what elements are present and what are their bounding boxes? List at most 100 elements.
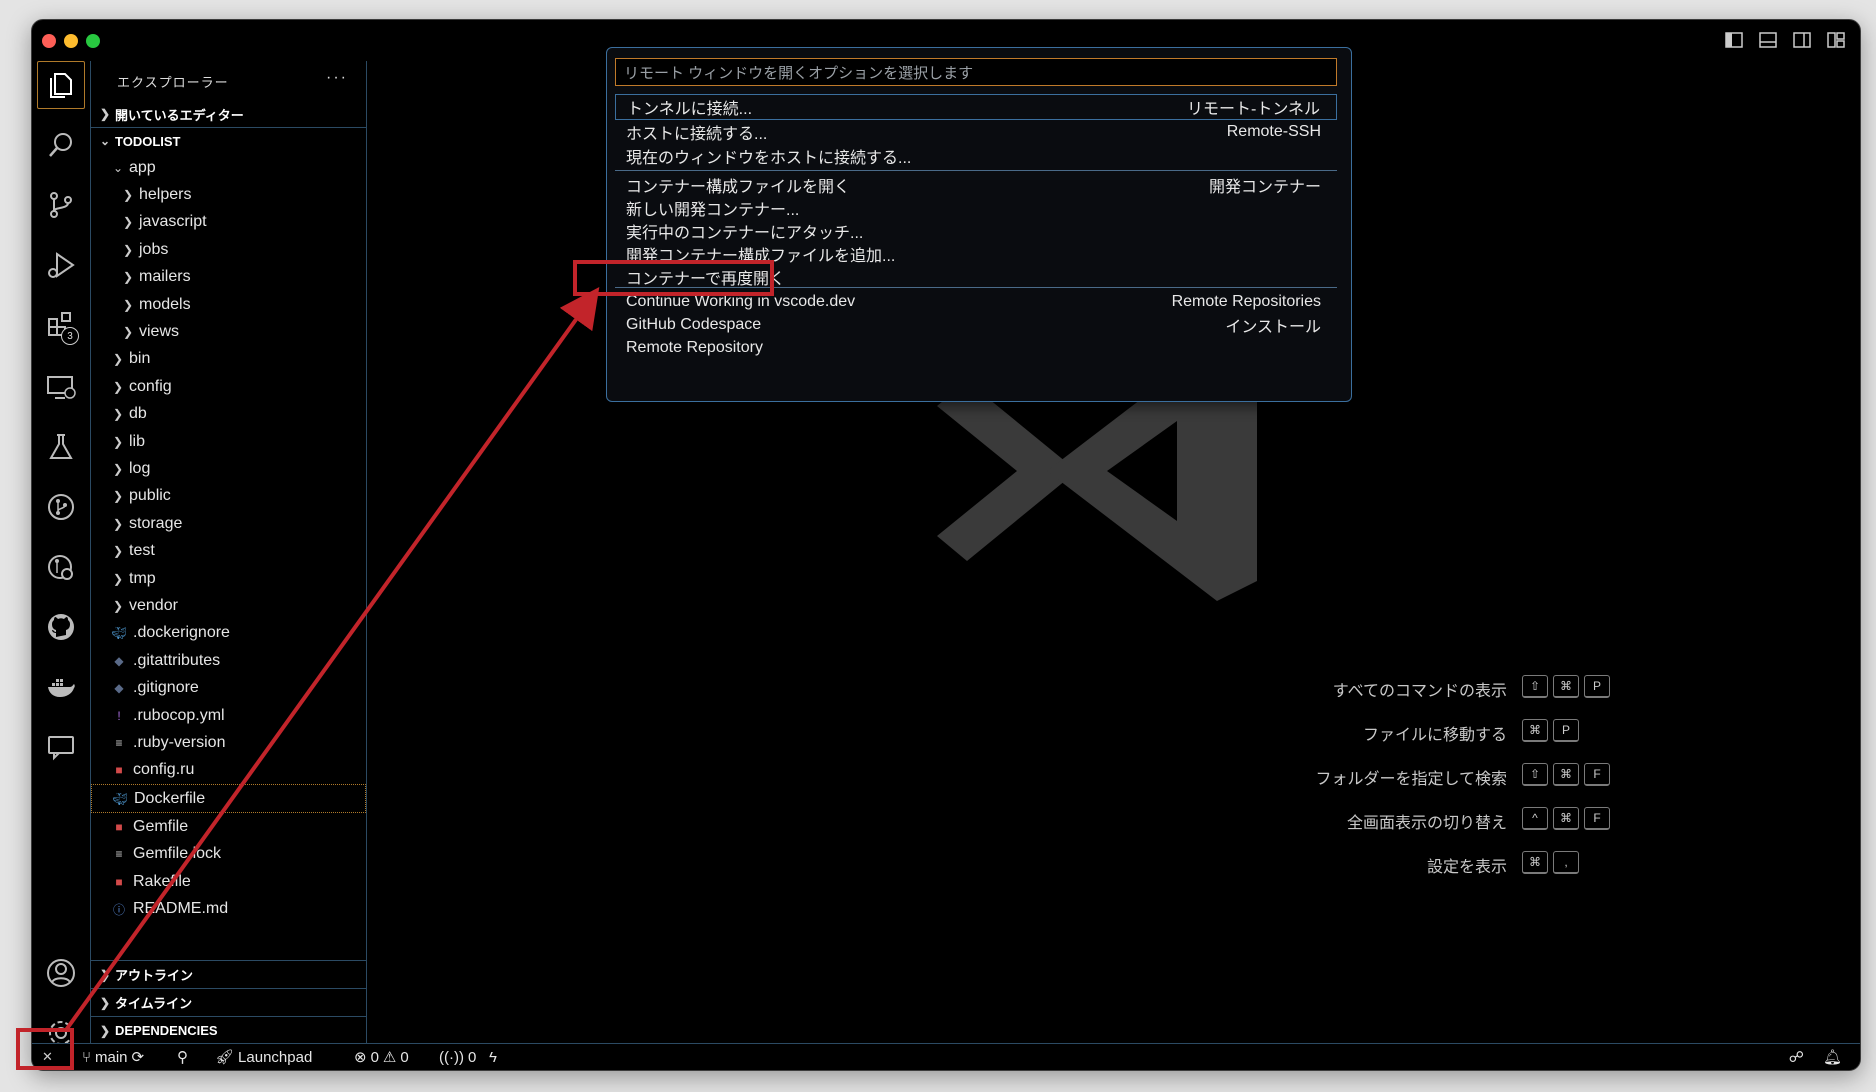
tree-item[interactable]: 🐳︎ Dockerfile — [91, 783, 366, 814]
tree-item-label: jobs — [139, 240, 169, 258]
toggle-panel-icon[interactable] — [1758, 30, 1778, 50]
tree-item[interactable]: ⌄ app — [91, 154, 366, 181]
shortcut-row: すべてのコマンドの表示 ⇧ ⌘ P — [367, 673, 1610, 717]
tree-item-label: public — [129, 487, 171, 505]
error-icon: ⊗ — [354, 1049, 367, 1066]
project-section[interactable]: ⌄ TODOLIST — [91, 128, 366, 154]
tree-item[interactable]: ❯ javascript — [91, 209, 366, 236]
live-share-icon[interactable] — [41, 727, 81, 767]
status-bar: ✕ ⑂ main ⟳ ⚲ 🚀︎ Launchpad ⊗ 0 ⚠ 0 ((·)) … — [32, 1043, 1860, 1070]
minimize-window-button[interactable] — [64, 34, 78, 48]
sync-icon: ⟳ — [131, 1049, 145, 1066]
error-count: 0 — [370, 1048, 379, 1066]
keycap: ⌘ — [1553, 763, 1579, 786]
text-file-icon: ≡ — [115, 847, 123, 862]
quick-pick-input[interactable]: リモート ウィンドウを開くオプションを選択します — [615, 58, 1337, 86]
tree-item[interactable]: ❯ helpers — [91, 181, 366, 208]
tree-item[interactable]: ■ Rakefile — [91, 868, 366, 895]
quick-pick-item[interactable]: ホストに接続する... Remote-SSH — [615, 119, 1337, 145]
tree-item[interactable]: 🐳︎ .dockerignore — [91, 620, 366, 647]
more-actions-icon[interactable]: ··· — [326, 69, 348, 87]
tree-item[interactable]: ≡ .ruby-version — [91, 729, 366, 756]
github-icon[interactable] — [41, 607, 81, 647]
extensions-icon[interactable]: 3 — [41, 305, 81, 345]
toggle-primary-sidebar-icon[interactable] — [1724, 30, 1744, 50]
tree-item[interactable]: ≡ Gemfile.lock — [91, 841, 366, 868]
chevron-right-icon: ❯ — [112, 434, 124, 449]
chevron-right-icon: ❯ — [99, 1023, 111, 1038]
tree-item[interactable]: ❯ mailers — [91, 264, 366, 291]
tree-item-label: Gemfile.lock — [133, 845, 222, 863]
remote-explorer-icon[interactable] — [41, 367, 81, 407]
tree-item[interactable]: ◆ .gitignore — [91, 674, 366, 701]
ports-indicator[interactable]: ((·)) 0 — [439, 1047, 476, 1067]
run-debug-icon[interactable] — [41, 245, 81, 285]
customize-layout-icon[interactable] — [1826, 30, 1846, 50]
shortcut-row: 設定を表示 ⌘, — [367, 849, 1607, 893]
copilot-status[interactable]: ☍ — [1789, 1047, 1804, 1067]
outline-label: アウトライン — [115, 968, 194, 983]
branch-indicator[interactable]: ⑂ main ⟳ — [82, 1047, 144, 1067]
tree-item[interactable]: ❯ db — [91, 401, 366, 428]
quick-pick-item[interactable]: 現在のウィンドウをホストに接続する... — [615, 143, 1337, 169]
tree-item[interactable]: ❯ config — [91, 373, 366, 400]
dependencies-label: DEPENDENCIES — [115, 1023, 218, 1038]
tree-item-label: test — [129, 542, 155, 560]
explorer-icon[interactable] — [37, 61, 85, 109]
keycap: ⌘ — [1522, 851, 1548, 874]
shortcut-row: フォルダーを指定して検索 ⇧ ⌘ F — [367, 761, 1610, 805]
tree-item-label: tmp — [129, 569, 156, 587]
tree-item[interactable]: ❯ views — [91, 318, 366, 345]
tree-item[interactable]: ❯ storage — [91, 510, 366, 537]
tree-item[interactable]: ❯ tmp — [91, 565, 366, 592]
git-graph-icon[interactable] — [41, 487, 81, 527]
testing-icon[interactable] — [41, 427, 81, 467]
chevron-right-icon: ❯ — [112, 352, 124, 367]
problems-indicator[interactable]: ⊗ 0 ⚠ 0 — [354, 1047, 409, 1067]
tree-item[interactable]: ❯ bin — [91, 346, 366, 373]
close-window-button[interactable] — [42, 34, 56, 48]
tree-item[interactable]: ! .rubocop.yml — [91, 702, 366, 729]
launchpad-button[interactable]: 🚀︎ Launchpad — [215, 1047, 312, 1067]
shortcut-label: すべてのコマンドの表示 — [1332, 683, 1507, 700]
tree-item-label: log — [129, 459, 151, 477]
tree-item[interactable]: ❯ jobs — [91, 236, 366, 263]
tree-item[interactable]: ❯ vendor — [91, 592, 366, 619]
gitlens-icon[interactable] — [41, 547, 81, 587]
tree-item-label: .rubocop.yml — [133, 706, 225, 724]
quick-pick-item[interactable]: トンネルに接続... リモート-トンネル — [615, 94, 1337, 120]
outline-section[interactable]: ❯ アウトライン — [91, 960, 366, 988]
tree-item-label: vendor — [129, 596, 178, 614]
tree-item[interactable]: ◆ .gitattributes — [91, 647, 366, 674]
zoom-window-button[interactable] — [86, 34, 100, 48]
git-graph-status[interactable]: ⚲ — [177, 1047, 188, 1067]
tree-item[interactable]: ❯ public — [91, 483, 366, 510]
open-editors-section[interactable]: ❯ 開いているエディター — [91, 101, 366, 128]
timeline-section[interactable]: ❯ タイムライン — [91, 988, 366, 1016]
lightning-status[interactable]: ϟ — [489, 1047, 497, 1067]
toggle-secondary-sidebar-icon[interactable] — [1792, 30, 1812, 50]
tree-item[interactable]: ■ Gemfile — [91, 813, 366, 840]
chevron-right-icon: ❯ — [112, 544, 124, 559]
chevron-right-icon: ❯ — [122, 188, 134, 203]
source-control-icon[interactable] — [41, 185, 81, 225]
tree-item[interactable]: ❯ models — [91, 291, 366, 318]
account-icon[interactable] — [41, 953, 81, 993]
search-icon[interactable] — [41, 125, 81, 165]
shortcut-keys: ⇧ ⌘ P — [1522, 675, 1610, 698]
tree-item[interactable]: ❯ test — [91, 537, 366, 564]
tree-item[interactable]: ❯ log — [91, 455, 366, 482]
keycap: P — [1584, 675, 1610, 698]
docker-file-icon: 🐳︎ — [112, 791, 128, 806]
tree-item[interactable]: ❯ lib — [91, 428, 366, 455]
quick-pick-item-label: ホストに接続する... — [626, 126, 768, 143]
tree-item-label: storage — [129, 514, 183, 532]
tree-item[interactable]: ■ config.ru — [91, 757, 366, 784]
notifications-button[interactable]: 🔔︎ — [1823, 1047, 1842, 1067]
docker-icon[interactable] — [41, 667, 81, 707]
dependencies-section[interactable]: ❯ DEPENDENCIES — [91, 1016, 366, 1044]
chevron-right-icon: ❯ — [112, 598, 124, 613]
quick-pick-item[interactable]: Remote Repository — [615, 335, 1337, 361]
tree-item[interactable]: ⓘ README.md — [91, 896, 366, 923]
chevron-right-icon: ❯ — [112, 461, 124, 476]
